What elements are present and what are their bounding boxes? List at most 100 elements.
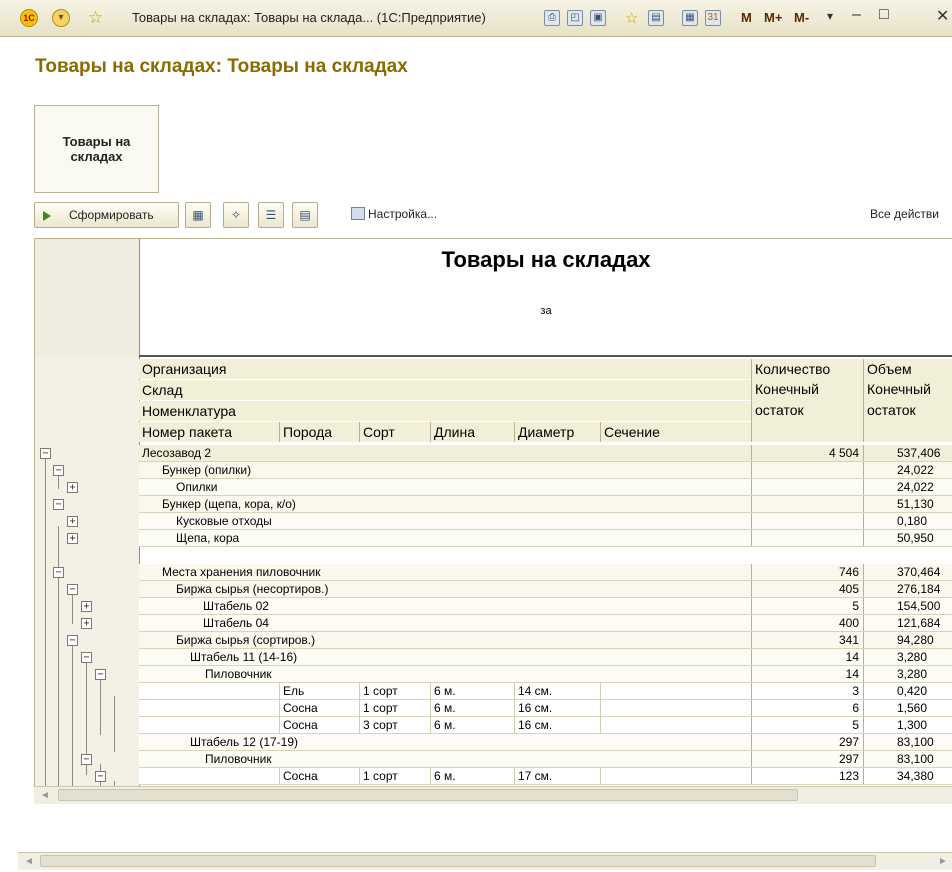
close-icon[interactable]: ✕	[936, 6, 949, 26]
pin-icon[interactable]: ✧	[223, 202, 249, 228]
column-divider	[863, 717, 864, 733]
collapse-toggle[interactable]: −	[67, 635, 78, 646]
scroll-left-icon[interactable]: ◄	[40, 790, 50, 801]
expand-toggle[interactable]: +	[67, 533, 78, 544]
form-horizontal-scrollbar[interactable]: ◄ ►	[18, 852, 952, 870]
scroll-left-icon[interactable]: ◄	[24, 856, 34, 867]
report-variant-button[interactable]: Товары на складах	[34, 105, 159, 193]
maximize-icon[interactable]: □	[879, 6, 889, 24]
table-row[interactable]: Штабель 04 400 121,684	[139, 615, 952, 632]
table-row[interactable]: Штабель 02 5 154,500	[139, 598, 952, 615]
tree-line	[114, 696, 115, 752]
collapse-toggle[interactable]: −	[81, 652, 92, 663]
generate-label: Сформировать	[69, 208, 154, 222]
collapse-toggle[interactable]: −	[95, 771, 106, 782]
calendar-icon[interactable]: 31	[705, 10, 721, 26]
collapse-toggle[interactable]: −	[53, 567, 64, 578]
report-title: Товары на складах	[441, 247, 651, 272]
table-icon[interactable]: ▦	[185, 202, 211, 228]
table-row[interactable]: Ель 1 сорт 6 м. 14 см. 3 0,420	[139, 683, 952, 700]
table-row[interactable]: Пиловочник 14 3,280	[139, 666, 952, 683]
collapse-toggle[interactable]: −	[81, 754, 92, 765]
tree-line	[100, 679, 101, 735]
preview-icon[interactable]: ◰	[567, 10, 583, 26]
row-grade: 1 сорт	[363, 769, 398, 783]
save-icon[interactable]: ▣	[590, 10, 606, 26]
table-row[interactable]: Кусковые отходы 0,180	[139, 513, 952, 530]
print-icon[interactable]: ⎙	[544, 10, 560, 26]
table-row[interactable]: Сосна 1 сорт 6 м. 16 см. 6 1,560	[139, 700, 952, 717]
table-row[interactable]: Щепа, кора 50,950	[139, 530, 952, 547]
report-period: за	[540, 305, 552, 317]
favorites-list-icon[interactable]: ▤	[648, 10, 664, 26]
table-row[interactable]: Сосна 3 сорт 6 м. 16 см. 5 1,300	[139, 717, 952, 734]
row-qty: 746	[838, 565, 859, 579]
main-menu-icon[interactable]: ▾	[52, 9, 70, 27]
scroll-thumb[interactable]	[40, 855, 876, 867]
row-diameter: 17 см.	[518, 769, 553, 783]
favorites-star-icon[interactable]: ☆	[88, 8, 103, 28]
row-qty: 5	[852, 718, 859, 732]
column-divider	[863, 530, 864, 546]
collapse-toggle[interactable]: −	[40, 448, 51, 459]
command-bar: Сформировать ▦ ✧ ☰ ▤ Настройка... Все де…	[34, 202, 952, 228]
table-row[interactable]: Опилки 24,022	[139, 479, 952, 496]
settings-button[interactable]: Настройка...	[351, 202, 437, 228]
row-qty: 400	[838, 616, 859, 630]
row-volume: 34,380	[897, 769, 934, 783]
row-qty: 5	[852, 599, 859, 613]
generate-button[interactable]: Сформировать	[34, 202, 179, 228]
table-row[interactable]: Штабель 12 (17-19) 297 83,100	[139, 734, 952, 751]
structure-icon[interactable]: ☰	[258, 202, 284, 228]
variant-settings-icon[interactable]: ▤	[292, 202, 318, 228]
report-area[interactable]: Товары на складах за Организация Склад Н…	[34, 238, 952, 795]
expand-toggle[interactable]: +	[67, 516, 78, 527]
collapse-toggle[interactable]: −	[95, 669, 106, 680]
column-divider	[514, 717, 515, 733]
mem-minus-button[interactable]: M-	[794, 10, 809, 25]
column-divider	[863, 581, 864, 597]
expand-toggle[interactable]: +	[67, 482, 78, 493]
row-diameter: 16 см.	[518, 701, 553, 715]
header-org: Организация	[139, 359, 751, 379]
settings-icon	[351, 207, 365, 220]
row-qty	[751, 462, 863, 478]
expand-toggle[interactable]: +	[81, 601, 92, 612]
table-row[interactable]: Биржа сырья (несортиров.) 405 276,184	[139, 581, 952, 598]
expand-toggle[interactable]: +	[81, 618, 92, 629]
all-actions-button[interactable]: Все действи	[870, 202, 939, 226]
collapse-toggle[interactable]: −	[53, 465, 64, 476]
column-divider	[863, 683, 864, 699]
1c-logo-icon[interactable]: 1С	[20, 9, 38, 27]
table-row[interactable]: Места хранения пиловочник 746 370,464	[139, 564, 952, 581]
column-divider	[863, 734, 864, 750]
table-row[interactable]: Бункер (щепа, кора, к/о) 51,130	[139, 496, 952, 513]
row-volume: 3,280	[897, 667, 928, 681]
column-divider	[863, 751, 864, 767]
scroll-right-icon[interactable]: ►	[938, 856, 948, 867]
row-volume: 1,300	[897, 718, 928, 732]
row-volume: 0,420	[897, 684, 928, 698]
table-row[interactable]: Штабель 11 (14-16) 14 3,280	[139, 649, 952, 666]
header-col-diameter: Диаметр	[514, 422, 600, 442]
calculator-icon[interactable]: ▦	[682, 10, 698, 26]
table-row[interactable]: Пиловочник 297 83,100	[139, 751, 952, 768]
table-row[interactable]: Сосна 1 сорт 6 м. 17 см. 123 34,380	[139, 768, 952, 785]
scroll-thumb[interactable]	[58, 789, 798, 801]
report-horizontal-scrollbar[interactable]: ◄	[34, 786, 952, 804]
table-row[interactable]: Биржа сырья (сортиров.) 341 94,280	[139, 632, 952, 649]
tree-line	[45, 457, 46, 794]
row-length: 6 м.	[434, 769, 456, 783]
table-row[interactable]: Бункер (опилки) 24,022	[139, 462, 952, 479]
row-qty	[751, 513, 863, 529]
collapse-toggle[interactable]: −	[67, 584, 78, 595]
mem-m-button[interactable]: M	[741, 10, 752, 25]
collapse-toggle[interactable]: −	[53, 499, 64, 510]
table-row[interactable]: Лесозавод 2 4 504 537,406	[139, 445, 952, 462]
minimize-icon[interactable]: –	[852, 6, 861, 24]
add-favorite-icon[interactable]: ☆	[625, 9, 638, 27]
row-volume: 24,022	[897, 480, 934, 494]
row-label: Опилки	[176, 480, 218, 494]
titlebar-dropdown-icon[interactable]: ▾	[827, 9, 833, 23]
mem-plus-button[interactable]: M+	[764, 10, 782, 25]
